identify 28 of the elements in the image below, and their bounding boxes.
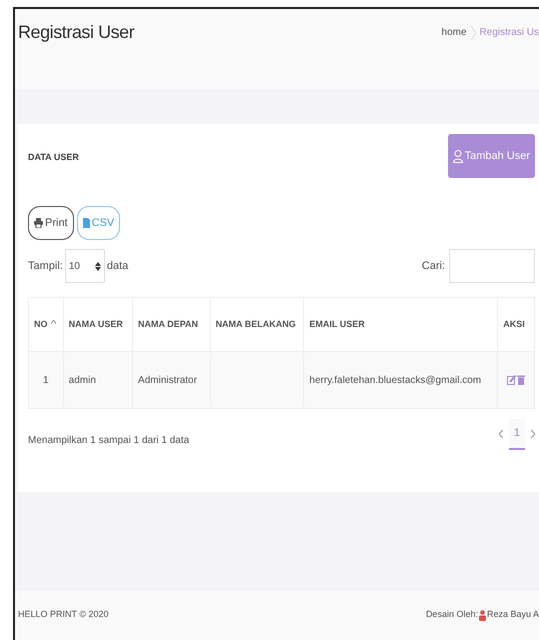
breadcrumb-link[interactable]: home [442, 25, 467, 40]
next-icon[interactable] [531, 430, 535, 438]
file-icon [82, 218, 90, 228]
page-title: Registrasi User [18, 21, 134, 44]
printer-icon [34, 218, 43, 228]
table-cell: admin [68, 374, 96, 386]
column-header[interactable]: NO [28, 298, 64, 352]
search-field[interactable] [449, 249, 535, 283]
length-select[interactable]: 10 [64, 249, 105, 283]
spinner-icon [94, 262, 101, 270]
table-cell: Administrator [138, 374, 197, 386]
table-info: Menampilkan 1 sampai 1 dari 1 data [28, 434, 190, 448]
credit-label: Desain Oleh: [426, 608, 478, 622]
card-title: DATA USER [28, 151, 79, 164]
edit-icon[interactable] [507, 375, 516, 385]
chevron-icon [470, 26, 476, 40]
previous-icon[interactable] [498, 430, 503, 438]
search-label: Cari: [422, 258, 445, 274]
print-button[interactable]: Print [28, 206, 74, 240]
credit-name: Reza Bayu A [486, 608, 539, 622]
trash-icon[interactable] [517, 375, 526, 385]
length-suffix: data [106, 258, 128, 274]
table-cell: 1 [43, 374, 49, 386]
user-icon [452, 150, 463, 162]
person-icon [478, 610, 486, 620]
footer-copyright: HELLO PRINT © 2020 [18, 608, 109, 622]
length-label: Tampil: [28, 258, 63, 274]
table-cell: herry.faletehan.bluestacks@gmail.com [309, 374, 482, 386]
